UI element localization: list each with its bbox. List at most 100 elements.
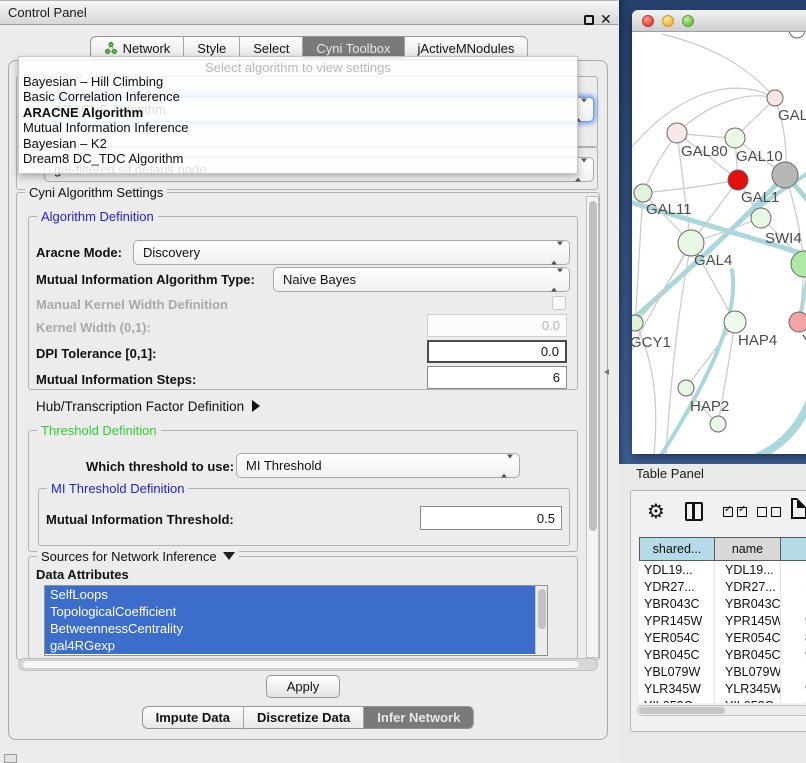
mi-type-select[interactable]: Naive Bayes: [273, 267, 570, 292]
deselect-all-checkbox-icon[interactable]: [771, 507, 781, 517]
column-header-2[interactable]: [781, 537, 806, 561]
attribute-item-gal4rgexp[interactable]: gal4RGexp: [45, 637, 547, 654]
node-label: GAL4: [694, 252, 732, 269]
network-node-gcy1[interactable]: [632, 315, 643, 331]
gear-icon[interactable]: ⚙: [647, 499, 665, 523]
table-cell: 12: [781, 578, 806, 595]
network-node-gal1[interactable]: [728, 170, 748, 190]
minimize-traffic-light-icon[interactable]: [662, 15, 674, 27]
aracne-mode-select[interactable]: Discovery: [133, 240, 570, 265]
table-cell: YPR145W: [715, 612, 781, 629]
table-panel: ⚙ shared...name YDL19...YDL19...13YDR27.…: [630, 490, 806, 732]
table-row[interactable]: YBR045CYBR045C9.: [639, 646, 806, 663]
collapse-down-icon: [223, 552, 235, 560]
deselect-all-checkbox-icon[interactable]: [757, 507, 767, 517]
algorithm-dropdown-popup: Select algorithm to view settings Bayesi…: [18, 56, 578, 174]
attributes-scrollbar[interactable]: [535, 586, 547, 655]
network-node[interactable]: [710, 416, 726, 432]
algorithm-dropdown-list: Bayesian – Hill ClimbingBasic Correlatio…: [19, 74, 577, 166]
table-horizontal-scrollbar[interactable]: [637, 705, 806, 716]
tab-impute-data[interactable]: Impute Data: [142, 706, 244, 729]
network-node[interactable]: [772, 162, 798, 188]
table-row[interactable]: YDL19...YDL19...13: [639, 561, 806, 578]
column-header-name[interactable]: name: [715, 537, 781, 561]
dropdown-item-aracne-algorithm[interactable]: ARACNE Algorithm: [19, 105, 577, 120]
table-cell: YBL079W: [639, 663, 715, 680]
panel-splitter-handle[interactable]: [604, 369, 609, 375]
table-cell: 8.: [781, 629, 806, 646]
table-cell: 9.: [781, 646, 806, 663]
network-node-hap2[interactable]: [678, 380, 694, 396]
select-all-checkbox-icon[interactable]: [723, 507, 733, 517]
dropdown-item-mutual-information-inference[interactable]: Mutual Information Inference: [19, 120, 577, 135]
node-label: GAL80: [681, 143, 728, 160]
table-row[interactable]: YIL052CYIL052C9: [639, 697, 806, 703]
export-table-icon[interactable]: [791, 498, 806, 519]
attribute-item-topologicalcoefficient[interactable]: TopologicalCoefficient: [45, 603, 547, 620]
select-all-checkbox-icon[interactable]: [737, 507, 747, 517]
dropdown-item-dream8-dc-tdc-algorithm[interactable]: Dream8 DC_TDC Algorithm: [19, 151, 577, 166]
cyni-settings-title: Cyni Algorithm Settings: [25, 185, 167, 200]
hub-definition-toggle[interactable]: Hub/Transcription Factor Definition: [36, 399, 260, 414]
dpi-tolerance-field[interactable]: 0.0: [427, 340, 567, 363]
apply-button[interactable]: Apply: [266, 675, 340, 698]
table-cell: YIL052C: [639, 697, 715, 703]
float-window-icon[interactable]: [584, 15, 594, 25]
table-row[interactable]: YPR145WYPR145W9.: [639, 612, 806, 629]
tab-discretize-data[interactable]: Discretize Data: [244, 706, 364, 729]
node-label: HAP2: [690, 398, 729, 415]
network-view-window: GAL7GAL80GAL10GAL1GAL11SWI4GAL4GCY1HAP4Y…: [632, 10, 806, 454]
network-node-gal10[interactable]: [725, 128, 745, 148]
close-icon[interactable]: ✕: [600, 11, 612, 28]
table-row[interactable]: YER054CYER054C8.: [639, 629, 806, 646]
attribute-item-selfloops[interactable]: SelfLoops: [45, 586, 547, 603]
node-label: SWI4: [765, 230, 802, 247]
dropdown-item-basic-correlation-inference[interactable]: Basic Correlation Inference: [19, 89, 577, 104]
which-threshold-select[interactable]: MI Threshold: [236, 453, 520, 478]
tab-infer-network[interactable]: Infer Network: [364, 706, 474, 729]
network-node[interactable]: [789, 32, 805, 38]
table-row[interactable]: YLR345WYLR345W9.: [639, 680, 806, 697]
columns-icon[interactable]: [685, 502, 703, 521]
sources-group-title[interactable]: Sources for Network Inference: [37, 549, 239, 564]
table-cell: YDL19...: [639, 561, 715, 578]
dropdown-item-bayesian-k2[interactable]: Bayesian – K2: [19, 136, 577, 151]
cyni-mode-tab-bar: Impute DataDiscretize DataInfer Network: [8, 706, 608, 729]
kernel-width-label: Kernel Width (0,1):: [36, 320, 151, 335]
mi-threshold-label: Mutual Information Threshold:: [46, 512, 234, 527]
column-header-shared[interactable]: shared...: [639, 537, 715, 561]
table-row[interactable]: YBR043CYBR043C: [639, 595, 806, 612]
which-threshold-label: Which threshold to use:: [86, 459, 234, 474]
table-row[interactable]: YBL079WYBL079W: [639, 663, 806, 680]
settings-vertical-scrollbar[interactable]: [586, 196, 599, 658]
data-attributes-list: SelfLoopsTopologicalCoefficientBetweenne…: [44, 585, 548, 656]
dropdown-item-bayesian-hill-climbing[interactable]: Bayesian – Hill Climbing: [19, 74, 577, 89]
attribute-item-betweennesscentrality[interactable]: BetweennessCentrality: [45, 620, 547, 637]
mi-threshold-field[interactable]: 0.5: [420, 506, 562, 530]
manual-kernel-checkbox[interactable]: [552, 296, 566, 310]
close-traffic-light-icon[interactable]: [642, 15, 654, 27]
settings-horizontal-scrollbar[interactable]: [18, 658, 598, 671]
network-node-hap4[interactable]: [724, 311, 746, 333]
node-label: GCY1: [632, 334, 671, 351]
dpi-tolerance-label: DPI Tolerance [0,1]:: [36, 346, 156, 361]
table-cell: YBR043C: [715, 595, 781, 612]
network-node-gal11[interactable]: [634, 184, 652, 202]
mi-threshold-group-title: MI Threshold Definition: [47, 481, 188, 496]
table-cell: YBR043C: [639, 595, 715, 612]
network-node[interactable]: [791, 251, 806, 277]
network-nodes[interactable]: GAL7GAL80GAL10GAL1GAL11SWI4GAL4GCY1HAP4Y…: [632, 32, 806, 432]
network-window-titlebar[interactable]: [632, 10, 806, 32]
manual-kernel-label: Manual Kernel Width Definition: [36, 297, 228, 312]
network-node-gal80[interactable]: [667, 123, 687, 143]
network-canvas[interactable]: GAL7GAL80GAL10GAL1GAL11SWI4GAL4GCY1HAP4Y…: [632, 32, 806, 454]
network-node-y[interactable]: [789, 312, 806, 332]
mi-steps-field[interactable]: 6: [427, 366, 567, 389]
table-header-row: shared...name: [639, 537, 806, 561]
network-node-gal7[interactable]: [767, 90, 783, 106]
network-node-swi4[interactable]: [751, 208, 771, 228]
table-row[interactable]: YDR27...YDR27...12: [639, 578, 806, 595]
zoom-traffic-light-icon[interactable]: [682, 15, 694, 27]
data-attributes-label: Data Attributes: [36, 567, 129, 582]
node-label: GAL7: [778, 107, 806, 124]
